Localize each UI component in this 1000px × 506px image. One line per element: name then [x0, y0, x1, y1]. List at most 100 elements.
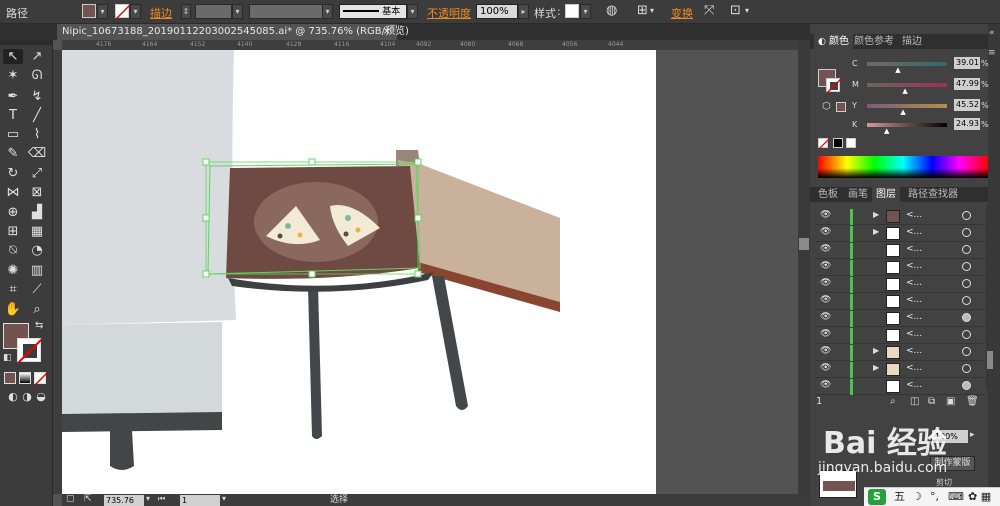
target-circle-icon[interactable]	[962, 262, 971, 271]
stroke-swatch[interactable]	[115, 4, 131, 20]
collapse-panels-icon[interactable]: «	[989, 28, 995, 38]
hand-tool-icon[interactable]: ✋	[3, 302, 23, 317]
color-mode-icon[interactable]	[4, 372, 16, 384]
line-tool-icon[interactable]: ╱	[27, 108, 47, 123]
visibility-eye-icon[interactable]: 👁	[820, 380, 831, 390]
cyan-slider[interactable]	[867, 62, 947, 66]
gradient-mode-icon[interactable]	[19, 372, 31, 384]
type-tool-icon[interactable]: T	[3, 108, 23, 123]
layer-name[interactable]: <...	[906, 346, 922, 356]
artwork[interactable]	[62, 50, 798, 494]
yellow-slider[interactable]	[867, 104, 947, 108]
expand-arrow-icon[interactable]: ▶	[873, 210, 879, 219]
default-colors-icon[interactable]: ◧	[3, 353, 12, 363]
moon-icon[interactable]: ☽	[912, 488, 922, 506]
stroke-weight-stepper[interactable]: ⇕	[181, 4, 191, 19]
variable-width-dropdown[interactable]	[249, 4, 332, 19]
none-color-swatch[interactable]	[818, 138, 830, 150]
layer-name[interactable]: <...	[906, 380, 922, 390]
black-color-swatch[interactable]	[833, 138, 843, 148]
rotate-tool-icon[interactable]: ↻	[3, 166, 23, 181]
yellow-value-field[interactable]: 45.52	[954, 99, 980, 111]
lasso-tool-icon[interactable]: ᘏ	[27, 68, 47, 83]
layer-name[interactable]: <...	[906, 261, 922, 271]
variable-width-arrow[interactable]: ▾	[322, 4, 333, 19]
layer-name[interactable]: <...	[906, 329, 922, 339]
target-circle-icon[interactable]	[962, 245, 971, 254]
expand-arrow-icon[interactable]: ▶	[873, 363, 879, 372]
target-circle-icon[interactable]	[962, 347, 971, 356]
layer-name[interactable]: <...	[906, 278, 922, 288]
target-circle-icon[interactable]	[962, 313, 971, 322]
align-icon[interactable]: ⊞	[637, 3, 648, 18]
visibility-eye-icon[interactable]: 👁	[820, 278, 831, 288]
eraser-tool-icon[interactable]: ⌫	[27, 146, 47, 161]
black-value-field[interactable]: 24.93	[954, 118, 980, 130]
shape-builder-tool-icon[interactable]: ⊕	[3, 205, 23, 220]
layer-name[interactable]: <...	[906, 295, 922, 305]
gamut-color-swatch[interactable]	[836, 102, 846, 112]
magenta-slider-thumb[interactable]: ▲	[902, 87, 907, 95]
stroke-color-box[interactable]	[17, 338, 43, 364]
paintbrush-tool-icon[interactable]: ⌇	[27, 127, 47, 142]
visibility-eye-icon[interactable]: 👁	[820, 295, 831, 305]
layers-scrollbar[interactable]	[986, 205, 994, 390]
magic-wand-tool-icon[interactable]: ✶	[3, 68, 23, 83]
ime-tools-icon[interactable]: ✿ ▦	[968, 488, 991, 506]
document-tab[interactable]: Nipic_10673188_20190112203002545085.ai* …	[57, 24, 409, 40]
column-graph-tool-icon[interactable]: ▥	[27, 263, 47, 278]
layer-row[interactable]: 👁 ▶ <...	[816, 226, 986, 242]
black-slider[interactable]	[867, 123, 947, 127]
stroke-weight-dropdown[interactable]: ▾	[232, 4, 243, 19]
target-circle-icon[interactable]	[962, 279, 971, 288]
selection-tool-icon[interactable]: ↖	[3, 49, 23, 64]
out-of-gamut-icon[interactable]: ⬡	[822, 101, 831, 112]
visibility-eye-icon[interactable]: 👁	[820, 363, 831, 373]
opacity-dropdown[interactable]: ▸	[518, 4, 529, 19]
pencil-tool-icon[interactable]: ✎	[3, 146, 23, 161]
expand-arrow-icon[interactable]: ▶	[873, 346, 879, 355]
layer-name[interactable]: <...	[906, 210, 922, 220]
symbol-sprayer-tool-icon[interactable]: ✺	[3, 263, 23, 278]
scale-tool-icon[interactable]: ⤢	[27, 166, 47, 181]
slice-tool-icon[interactable]: ⟋	[27, 282, 47, 297]
zoom-dropdown-icon[interactable]: ▾	[146, 494, 150, 503]
eyedropper-tool-icon[interactable]: ⍉	[3, 243, 23, 258]
target-circle-icon[interactable]	[962, 296, 971, 305]
cabinet-base[interactable]	[62, 412, 222, 432]
swap-colors-icon[interactable]: ⇆	[35, 320, 43, 331]
artboard-nav-icon[interactable]: ▢	[66, 494, 75, 504]
isolate-dropdown-icon[interactable]: ▾	[745, 6, 749, 15]
layer-row[interactable]: 👁 ▶ <...	[816, 209, 986, 225]
layer-name[interactable]: <...	[906, 227, 922, 237]
stroke-link[interactable]: 描边	[150, 5, 172, 21]
perspective-grid-tool-icon[interactable]: ▟	[27, 205, 47, 220]
style-swatch[interactable]	[565, 4, 579, 18]
make-clipping-mask-icon[interactable]: ◫	[910, 396, 919, 407]
target-circle-icon[interactable]	[962, 381, 971, 390]
white-color-swatch[interactable]	[846, 138, 856, 148]
direct-selection-tool-icon[interactable]: ↗	[27, 49, 47, 64]
blend-tool-icon[interactable]: ◔	[27, 243, 47, 258]
fill-swatch[interactable]	[82, 4, 96, 18]
tab-swatches[interactable]: 色板	[814, 187, 842, 202]
tab-color[interactable]: ◐ 颜色	[814, 34, 854, 49]
layer-row[interactable]: 👁 <...	[816, 277, 986, 293]
gradient-tool-icon[interactable]: ▦	[27, 224, 47, 239]
layer-row[interactable]: 👁 ▶ <...	[816, 362, 986, 378]
stroke-dropdown[interactable]: ▾	[130, 4, 141, 19]
target-circle-icon[interactable]	[962, 330, 971, 339]
artboard-dropdown-icon[interactable]: ▾	[222, 494, 226, 503]
visibility-eye-icon[interactable]: 👁	[820, 244, 831, 254]
isolate-icon[interactable]: ⊡	[730, 3, 741, 18]
create-sublayer-icon[interactable]: ⧉	[928, 396, 935, 407]
layer-name[interactable]: <...	[906, 244, 922, 254]
magenta-value-field[interactable]: 47.99	[954, 78, 980, 90]
layer-name[interactable]: <...	[906, 312, 922, 322]
first-artboard-icon[interactable]: ⏮	[158, 494, 165, 504]
artboard-tool-icon[interactable]: ⌗	[3, 282, 23, 297]
layer-row[interactable]: 👁 <...	[816, 243, 986, 259]
color-spectrum[interactable]	[818, 156, 988, 178]
tools-panel-grip[interactable]	[0, 40, 53, 45]
layer-row[interactable]: 👁 <...	[816, 311, 986, 327]
